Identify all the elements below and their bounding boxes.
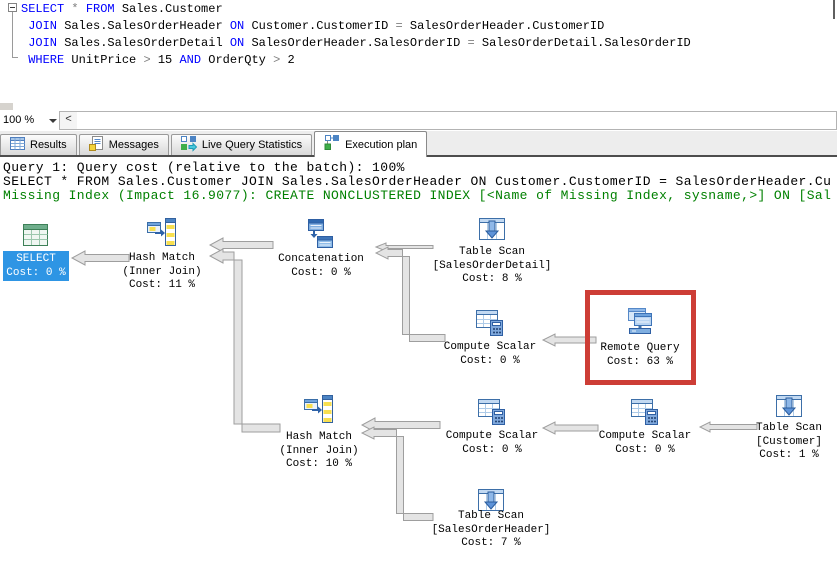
compute-scalar-icon[interactable]	[478, 398, 505, 430]
plan-node-text: Concatenation	[236, 253, 406, 267]
ssms-window: SELECT * FROM Sales.Customer JOIN Sales.…	[0, 0, 837, 578]
tab-results[interactable]: Results	[0, 134, 77, 155]
plan-node-select-label[interactable]: SELECTCost: 0 %	[3, 251, 69, 281]
code-line[interactable]: WHERE UnitPrice > 15 AND OrderQty > 2	[21, 52, 691, 69]
concatenation-icon[interactable]	[307, 218, 334, 254]
plan-node-cs_r2-label[interactable]: Compute ScalarCost: 0 %	[405, 341, 575, 368]
plan-node-text: (Inner Join)	[77, 266, 247, 280]
tab-messages[interactable]: Messages	[79, 134, 169, 155]
plan-node-text: Cost: 0 %	[236, 267, 406, 281]
compute-scalar-icon[interactable]	[631, 398, 658, 430]
plan-node-text: Cost: 8 %	[407, 273, 577, 287]
table-scan-icon[interactable]	[478, 216, 506, 248]
plan-node-text: [SalesOrderDetail]	[407, 260, 577, 274]
sql-code[interactable]: SELECT * FROM Sales.Customer JOIN Sales.…	[21, 1, 691, 69]
plan-node-text: Cost: 11 %	[77, 279, 247, 293]
plan-node-text: Cost: 10 %	[234, 458, 404, 472]
plan-node-ts_sod-label[interactable]: Table Scan[SalesOrderDetail]Cost: 8 %	[407, 246, 577, 287]
plan-node-text: Table Scan	[406, 510, 576, 524]
messages-icon	[89, 136, 104, 154]
live-query-statistics-icon	[181, 136, 197, 155]
zoom-dropdown-caret-icon[interactable]	[49, 119, 57, 123]
missing-index-line[interactable]: Missing Index (Impact 16.9077): CREATE N…	[3, 189, 831, 203]
plan-node-text: Table Scan	[407, 246, 577, 260]
plan-node-cs3_1-label[interactable]: Compute ScalarCost: 0 %	[407, 430, 577, 457]
zoom-dropdown[interactable]: 100 %	[3, 114, 34, 126]
code-collapse-icon[interactable]	[8, 3, 17, 12]
plan-header: Query 1: Query cost (relative to the bat…	[3, 161, 831, 203]
code-outline-bracket	[12, 12, 18, 58]
select-result-icon[interactable]	[22, 222, 49, 253]
hash-match-icon[interactable]	[304, 394, 334, 429]
plan-node-text: Hash Match	[234, 431, 404, 445]
plan-node-text: [SalesOrderHeader]	[406, 524, 576, 538]
results-grid-icon	[10, 136, 25, 154]
plan-node-hash1-label[interactable]: Hash Match(Inner Join)Cost: 11 %	[77, 252, 247, 293]
plan-node-text: Cost: 7 %	[406, 537, 576, 551]
editor-edge-mark	[833, 0, 835, 19]
horizontal-scrollbar[interactable]: <	[59, 111, 837, 130]
execution-plan-icon	[324, 135, 340, 154]
query-cost-line: Query 1: Query cost (relative to the bat…	[3, 161, 831, 175]
plan-node-text: (Inner Join)	[234, 445, 404, 459]
hash-match-icon[interactable]	[147, 217, 177, 252]
editor-corner-block	[0, 103, 13, 110]
plan-node-ts_cust-label[interactable]: Table Scan[Customer]Cost: 1 %	[704, 422, 837, 463]
plan-node-concat-label[interactable]: ConcatenationCost: 0 %	[236, 253, 406, 280]
code-line[interactable]: SELECT * FROM Sales.Customer	[21, 1, 691, 18]
plan-node-text: [Customer]	[704, 436, 837, 450]
plan-node-text: Cost: 0 %	[407, 444, 577, 458]
tab-label: Live Query Statistics	[202, 139, 302, 151]
plan-node-text: Cost: 0 %	[3, 266, 69, 280]
code-line[interactable]: JOIN Sales.SalesOrderDetail ON SalesOrde…	[21, 35, 691, 52]
code-line[interactable]: JOIN Sales.SalesOrderHeader ON Customer.…	[21, 18, 691, 35]
scroll-left-button[interactable]: <	[60, 112, 77, 129]
tab-label: Execution plan	[345, 139, 417, 151]
tab-live-query-statistics[interactable]: Live Query Statistics	[171, 134, 312, 155]
plan-node-text: SELECT	[3, 252, 69, 266]
plan-node-text: Cost: 1 %	[704, 449, 837, 463]
plan-node-text: Compute Scalar	[407, 430, 577, 444]
plan-node-hash2-label[interactable]: Hash Match(Inner Join)Cost: 10 %	[234, 431, 404, 472]
compute-scalar-icon[interactable]	[476, 309, 503, 341]
plan-node-text: Hash Match	[77, 252, 247, 266]
editor-bottom-bar: 100 % <	[0, 110, 837, 131]
results-tab-strip: Results Messages Live Query Statistics Exec…	[0, 131, 837, 157]
tab-label: Messages	[109, 139, 159, 151]
remote-query-warning-box	[585, 290, 696, 385]
plan-node-text: Table Scan	[704, 422, 837, 436]
table-scan-icon[interactable]	[775, 393, 803, 425]
tab-execution-plan[interactable]: Execution plan	[314, 131, 427, 157]
plan-node-text: Compute Scalar	[405, 341, 575, 355]
tab-label: Results	[30, 139, 67, 151]
plan-node-text: Cost: 0 %	[405, 355, 575, 369]
sql-editor[interactable]: SELECT * FROM Sales.Customer JOIN Sales.…	[0, 0, 837, 103]
plan-node-ts_soh-label[interactable]: Table Scan[SalesOrderHeader]Cost: 7 %	[406, 510, 576, 551]
statement-line: SELECT * FROM Sales.Customer JOIN Sales.…	[3, 175, 831, 189]
